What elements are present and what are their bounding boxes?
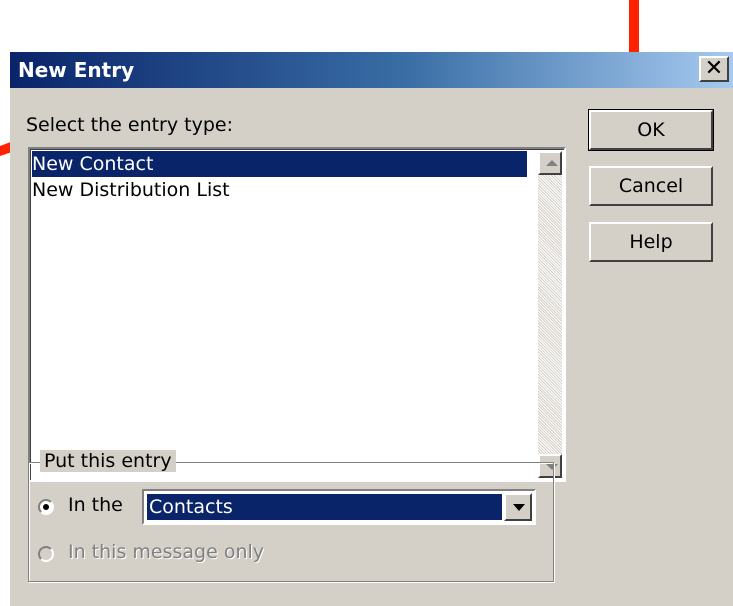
combobox-dropdown-button[interactable]: [504, 493, 532, 521]
cancel-button[interactable]: Cancel: [589, 166, 713, 206]
title-bar: New Entry ✕: [10, 52, 733, 88]
chevron-down-icon: [513, 504, 525, 511]
list-item-new-distribution-list[interactable]: New Distribution List: [32, 177, 527, 203]
ok-button[interactable]: OK: [588, 109, 714, 151]
scroll-up-icon: [546, 160, 558, 166]
radio-message-only-label: In this message only: [68, 541, 265, 563]
dialog-title: New Entry: [18, 58, 135, 82]
list-item-new-contact[interactable]: New Contact: [32, 151, 527, 177]
help-button[interactable]: Help: [589, 222, 713, 262]
radio-selected-dot: [43, 504, 49, 510]
radio-in-the[interactable]: [38, 499, 54, 515]
entry-type-label: Select the entry type:: [26, 114, 233, 136]
folder-combobox[interactable]: Contacts: [142, 489, 536, 525]
entry-type-listbox[interactable]: New Contact New Distribution List: [28, 147, 566, 482]
close-button[interactable]: ✕: [699, 56, 729, 82]
placement-group-label: Put this entry: [40, 450, 176, 472]
radio-message-only[interactable]: [38, 546, 54, 562]
new-entry-dialog: New Entry ✕ Select the entry type: New C…: [10, 52, 733, 606]
scroll-up-button[interactable]: [538, 151, 562, 175]
radio-in-the-label[interactable]: In the: [68, 494, 123, 516]
close-icon: ✕: [704, 56, 724, 81]
listbox-scrollbar[interactable]: [538, 151, 562, 478]
folder-combobox-value[interactable]: Contacts: [147, 494, 502, 520]
